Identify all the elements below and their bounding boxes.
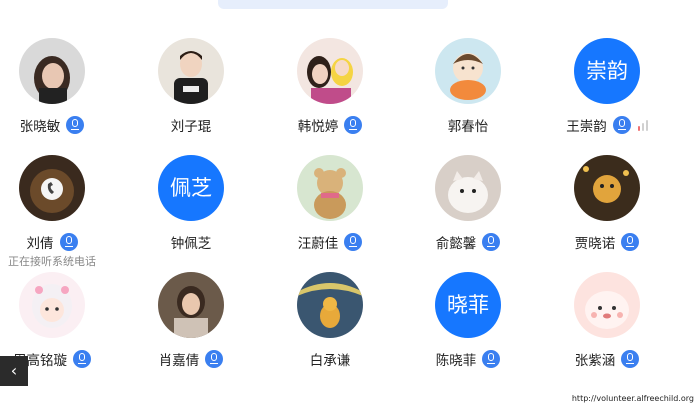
participant-name: 钟佩芝 — [170, 236, 212, 252]
signal-strength-icon — [637, 119, 648, 131]
participant-name: 王崇韵 — [566, 119, 607, 135]
avatar — [435, 38, 501, 104]
participant-tile[interactable]: 张紫涵 — [542, 272, 672, 382]
participant-tile[interactable]: 刘子琨 — [126, 38, 256, 148]
participant-name: 陈晓菲 — [435, 353, 477, 369]
participant-name: 贾晓诺 — [574, 236, 616, 252]
participant-name: 韩悦婷 — [297, 119, 339, 135]
avatar — [158, 38, 224, 104]
participant-tile[interactable]: 佩芝 钟佩芝 — [126, 155, 256, 265]
participant-name: 白承谦 — [309, 353, 351, 369]
avatar: 晓菲 — [435, 272, 501, 338]
participant-name: 俞懿馨 — [435, 236, 477, 252]
participant-name: 刘子琨 — [170, 119, 212, 135]
microphone-icon — [66, 116, 85, 134]
participant-tile[interactable]: 晓菲 陈晓菲 — [403, 272, 533, 382]
avatar — [297, 155, 363, 221]
participant-tile[interactable]: 韩悦婷 — [265, 38, 395, 148]
microphone-icon — [344, 233, 363, 251]
participant-tile[interactable]: 张晓敏 — [0, 38, 117, 148]
call-status-text: 正在接听系统电话 — [8, 255, 96, 268]
microphone-icon — [621, 350, 640, 368]
avatar — [19, 155, 85, 221]
chevron-left-icon: ‹ — [10, 361, 18, 380]
participant-tile[interactable]: 刘倩 正在接听系统电话 — [0, 155, 117, 268]
avatar — [19, 38, 85, 104]
microphone-icon — [482, 350, 501, 368]
participant-name: 郭春怡 — [447, 119, 489, 135]
top-banner — [218, 0, 448, 9]
participant-name: 张晓敏 — [19, 119, 61, 135]
avatar — [574, 272, 640, 338]
participant-tile[interactable]: 俞懿馨 — [403, 155, 533, 265]
avatar: 佩芝 — [158, 155, 224, 221]
participant-name: 张紫涵 — [574, 353, 616, 369]
microphone-icon — [59, 233, 78, 251]
participant-tile[interactable]: 郭春怡 — [403, 38, 533, 148]
microphone-icon — [205, 350, 224, 368]
avatar — [158, 272, 224, 338]
avatar — [19, 272, 85, 338]
participant-name: 刘倩 — [26, 236, 54, 252]
microphone-icon — [344, 116, 363, 134]
participant-name: 汪蔚佳 — [297, 236, 339, 252]
avatar — [297, 38, 363, 104]
participant-tile[interactable]: 白承谦 — [265, 272, 395, 382]
avatar — [574, 155, 640, 221]
back-button[interactable]: ‹ — [0, 356, 28, 386]
microphone-icon — [621, 233, 640, 251]
participant-name: 肖嘉倩 — [158, 353, 200, 369]
participant-tile[interactable]: 汪蔚佳 — [265, 155, 395, 265]
participant-tile[interactable]: 肖嘉倩 — [126, 272, 256, 382]
microphone-icon — [482, 233, 501, 251]
watermark-text: http://volunteer.alfreechild.org — [571, 394, 694, 403]
participant-tile[interactable]: 崇韵 王崇韵 — [542, 38, 672, 148]
avatar: 崇韵 — [574, 38, 640, 104]
participant-tile[interactable]: 贾晓诺 — [542, 155, 672, 265]
avatar — [435, 155, 501, 221]
microphone-icon — [73, 350, 91, 368]
avatar — [297, 272, 363, 338]
microphone-icon — [612, 116, 631, 134]
